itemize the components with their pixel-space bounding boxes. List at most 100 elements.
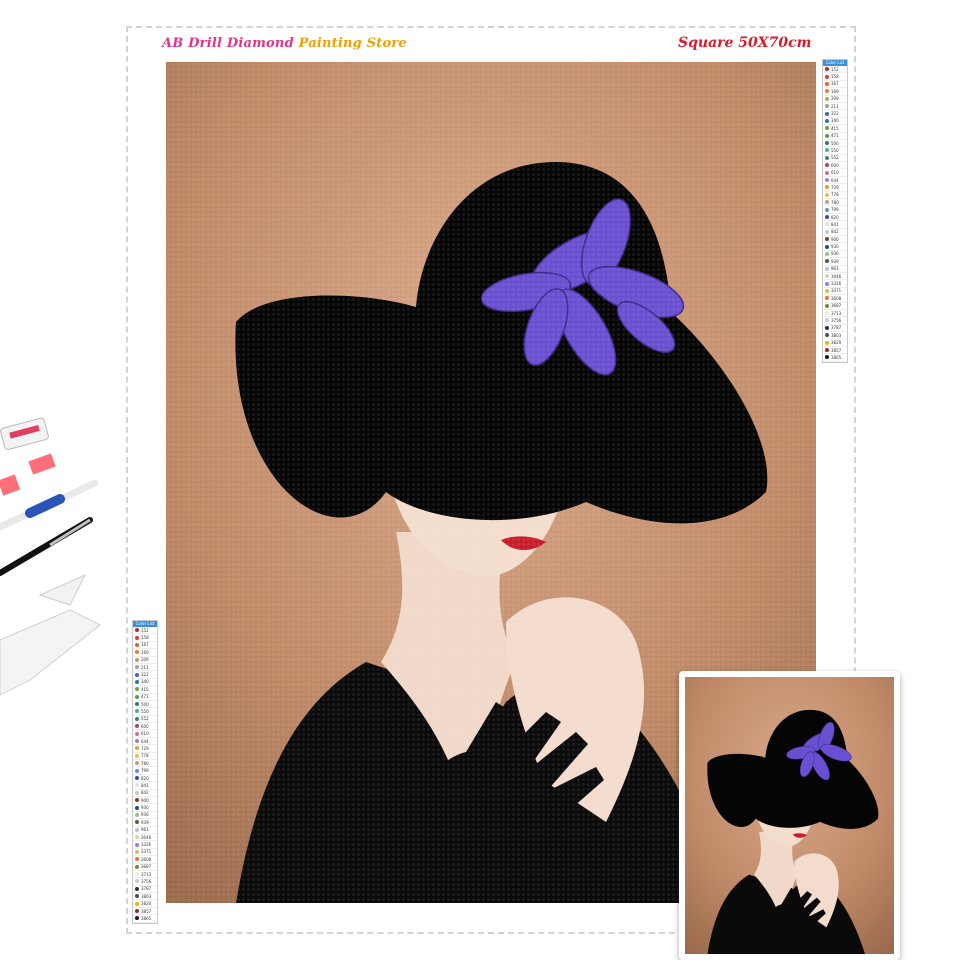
- color-code: 415: [831, 125, 839, 131]
- color-code: 841: [831, 221, 839, 227]
- color-list-row: 415: [823, 125, 847, 133]
- color-code: 167: [141, 642, 149, 648]
- color-swatch-icon: [825, 244, 829, 249]
- color-code: 3046: [831, 273, 842, 279]
- color-code: 780: [141, 760, 149, 766]
- color-code: 415: [141, 686, 149, 692]
- color-list-row: 939: [133, 819, 157, 827]
- color-code: 841: [141, 782, 149, 788]
- color-swatch-icon: [825, 185, 829, 190]
- color-swatch-icon: [825, 318, 829, 323]
- color-list-row: 3046: [823, 273, 847, 281]
- color-code: 158: [141, 635, 149, 641]
- color-list-row: 610: [823, 169, 847, 177]
- color-code: 3820: [831, 340, 842, 346]
- color-code: 3820: [141, 901, 152, 907]
- color-swatch-icon: [825, 133, 829, 138]
- color-code: 3608: [831, 295, 842, 301]
- color-swatch-icon: [135, 739, 139, 744]
- color-swatch-icon: [825, 251, 829, 256]
- color-list-row: 322: [823, 110, 847, 118]
- color-list-row: 600: [133, 723, 157, 731]
- color-list-row: 930: [133, 804, 157, 812]
- color-list-row: 778: [133, 753, 157, 761]
- color-list-row: 152: [133, 627, 157, 635]
- color-code: 820: [831, 214, 839, 220]
- color-swatch-icon: [135, 657, 139, 662]
- color-code: 340: [831, 118, 839, 124]
- color-list-row: 820: [133, 775, 157, 783]
- color-code: 842: [141, 790, 149, 796]
- wax-clay-icon: [0, 417, 49, 451]
- color-list-row: 3608: [133, 856, 157, 864]
- color-swatch-icon: [825, 340, 829, 345]
- color-code: 799: [831, 207, 839, 213]
- color-swatch-icon: [825, 215, 829, 219]
- color-code: 778: [141, 753, 149, 759]
- color-code: 799: [141, 768, 149, 774]
- color-swatch-icon: [825, 141, 829, 146]
- color-code: 3608: [141, 856, 152, 862]
- color-list-row: 550: [823, 147, 847, 155]
- color-list-row: 322: [133, 671, 157, 679]
- color-list-row: 209: [823, 96, 847, 103]
- color-swatch-icon: [135, 702, 139, 707]
- color-list-left: Color List 152 158 167 169 209 211 322 340 415 47…: [132, 620, 158, 924]
- color-swatch-icon: [135, 761, 139, 766]
- color-swatch-icon: [825, 274, 829, 279]
- color-swatch-icon: [825, 259, 829, 264]
- color-code: 842: [831, 229, 839, 235]
- color-code: 3803: [141, 893, 152, 899]
- diamond-painting-tools: [0, 417, 101, 696]
- color-swatch-icon: [135, 628, 139, 633]
- color-swatch-icon: [135, 805, 139, 810]
- color-list-row: 3326: [133, 841, 157, 849]
- color-list-row: 644: [133, 738, 157, 746]
- color-swatch-icon: [135, 879, 139, 884]
- color-swatch-icon: [825, 288, 829, 293]
- color-swatch-icon: [825, 163, 829, 168]
- color-swatch-icon: [135, 827, 139, 832]
- color-code: 3713: [831, 310, 842, 316]
- finished-preview-card: [679, 671, 900, 960]
- color-code: 610: [141, 731, 149, 737]
- color-list-row: 3326: [823, 280, 847, 288]
- color-code: 820: [141, 775, 149, 781]
- color-code: 471: [831, 133, 839, 139]
- color-list-row: 900: [133, 797, 157, 805]
- color-swatch-icon: [135, 857, 139, 862]
- color-list-row: 961: [133, 827, 157, 834]
- color-code: 729: [141, 745, 149, 751]
- color-list-row: 799: [133, 767, 157, 775]
- color-code: 550: [831, 147, 839, 153]
- color-swatch-icon: [825, 126, 829, 131]
- color-swatch-icon: [135, 872, 139, 877]
- color-list-row: 900: [823, 236, 847, 244]
- color-swatch-icon: [825, 118, 829, 123]
- funnel-icon: [38, 573, 87, 606]
- color-list-row: 167: [133, 642, 157, 650]
- color-list-row: 842: [823, 229, 847, 236]
- color-list-row: 3820: [133, 900, 157, 908]
- color-code: 211: [831, 103, 839, 109]
- color-swatch-icon: [135, 665, 139, 670]
- color-code: 167: [831, 81, 839, 87]
- color-list-row: 644: [823, 177, 847, 185]
- color-list-row: 778: [823, 192, 847, 200]
- color-list-row: 3803: [133, 893, 157, 901]
- color-list-row: 552: [133, 716, 157, 724]
- color-list-title: Color List: [133, 621, 157, 627]
- color-swatch-icon: [825, 348, 829, 353]
- color-swatch-icon: [825, 355, 829, 360]
- color-swatch-icon: [135, 672, 139, 677]
- color-list-row: 471: [823, 133, 847, 140]
- canvas-size-label: Square 50X70cm: [678, 35, 812, 51]
- color-list-row: 3608: [823, 295, 847, 303]
- color-code: 644: [141, 738, 149, 744]
- color-list-row: 820: [823, 214, 847, 222]
- color-list-row: 340: [133, 679, 157, 687]
- color-code: 3371: [831, 288, 842, 294]
- color-code: 209: [831, 96, 839, 102]
- color-code: 209: [141, 657, 149, 663]
- color-list-row: 3046: [133, 834, 157, 842]
